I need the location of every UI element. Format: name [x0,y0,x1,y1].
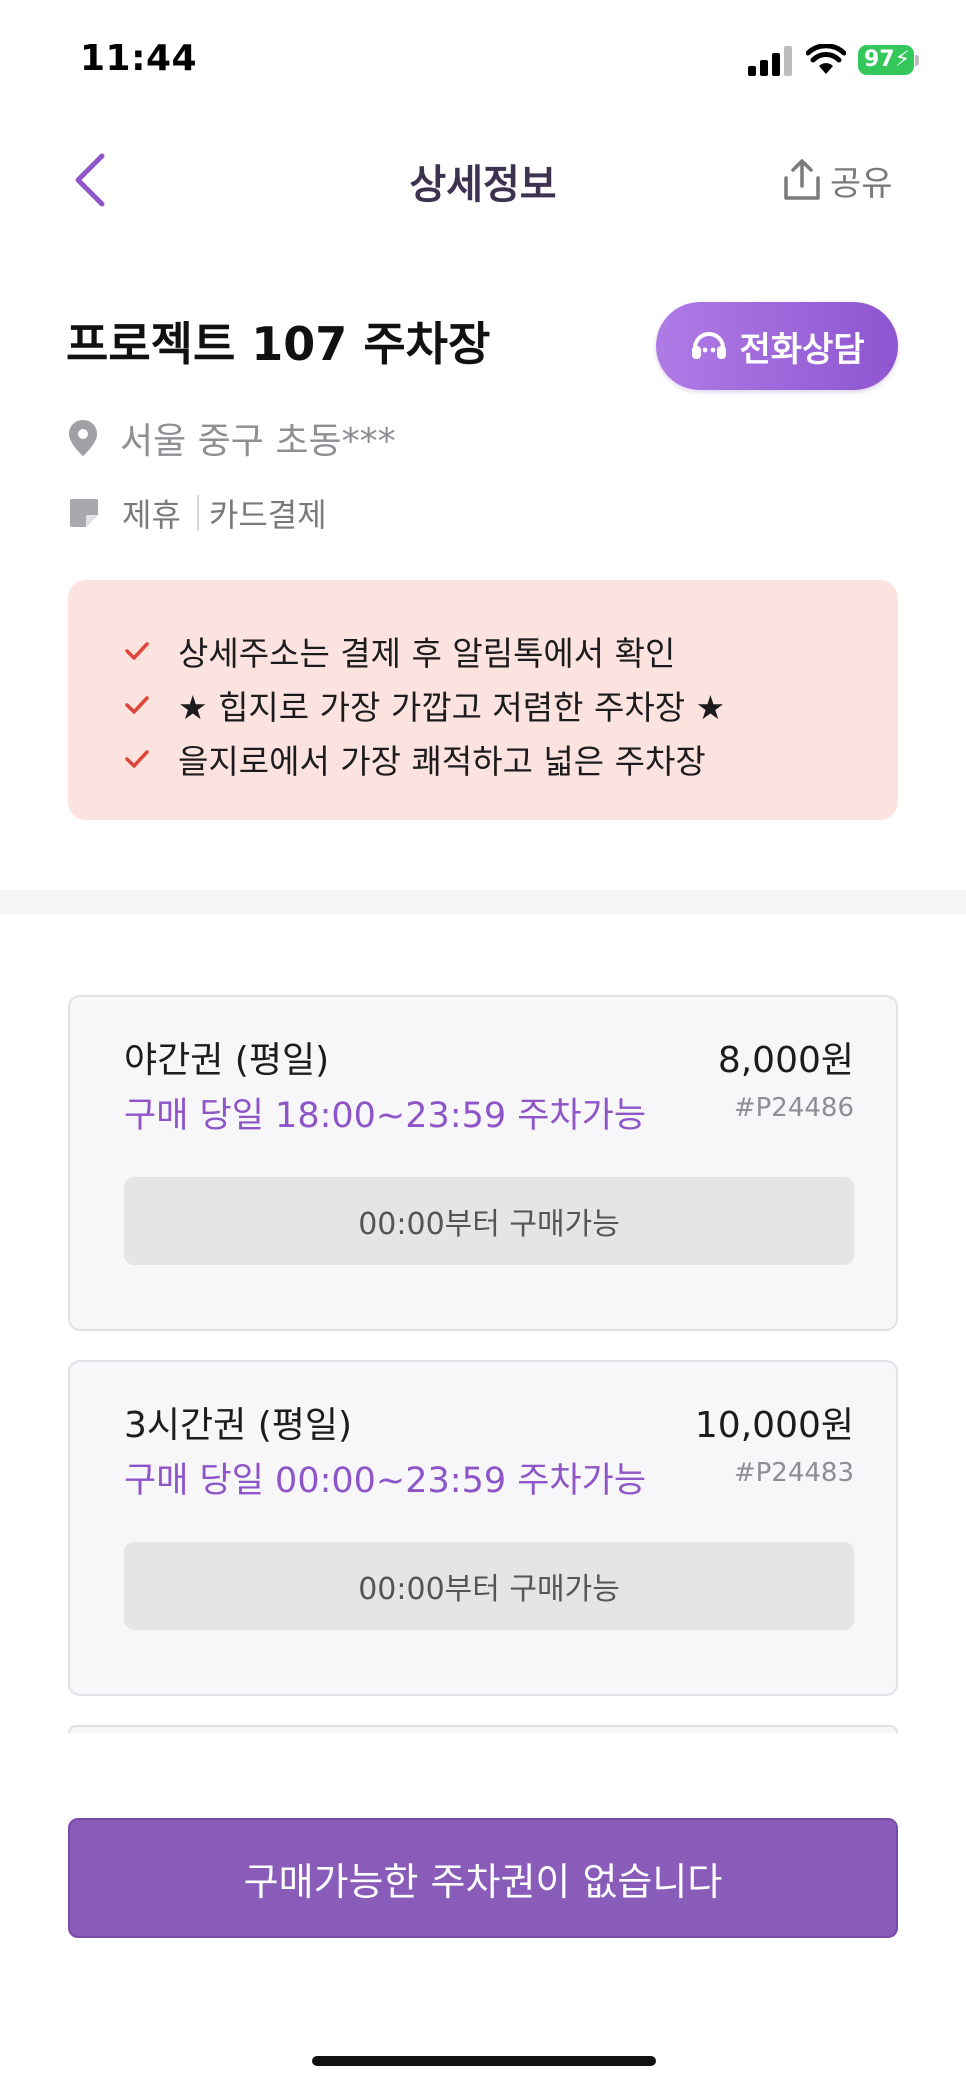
ticket-name: 야간권 (평일) [124,1040,330,1081]
check-icon [125,750,149,768]
cellular-signal-icon [748,46,792,76]
share-label: 공유 [830,163,893,204]
battery-tip [915,55,919,66]
notice-item: 을지로에서 가장 쾌적하고 넓은 주차장 [124,732,898,786]
home-indicator [312,2056,656,2066]
tag-card-payment: 카드결제 [208,496,327,534]
share-icon [784,159,820,200]
ticket-code: #P24483 [733,1458,854,1488]
status-bar: 11:44 97⚡ [0,0,966,110]
status-time: 11:44 [80,38,198,79]
notice-box: 상세주소는 결제 후 알림톡에서 확인 ★ 힙지로 가장 가깝고 저렴한 주차장… [68,580,898,820]
notice-text: ★ 힙지로 가장 가깝고 저렴한 주차장 ★ [178,688,726,727]
ticket-card[interactable]: 야간권 (평일) 8,000원 구매 당일 18:00~23:59 주차가능 #… [68,995,898,1331]
phone-consult-button[interactable]: 전화상담 [656,302,898,390]
ticket-card[interactable]: 3시간권 (평일) 10,000원 구매 당일 00:00~23:59 주차가능… [68,1360,898,1696]
wifi-icon [806,44,846,74]
ticket-card-peek [68,1725,898,1733]
phone-consult-label: 전화상담 [739,329,865,370]
ticket-purchase-button[interactable]: 00:00부터 구매가능 [124,1542,854,1630]
ticket-code: #P24486 [733,1093,854,1123]
tags-row: 제휴 카드결제 [68,490,327,536]
section-divider [0,890,966,914]
headset-icon [692,332,727,359]
notice-text: 을지로에서 가장 쾌적하고 넓은 주차장 [178,742,706,781]
ticket-price: 10,000원 [694,1405,854,1446]
check-icon [125,696,149,714]
check-icon [125,642,149,660]
tag-partner: 제휴 [122,496,181,534]
tag-icon [70,499,98,527]
notice-item: ★ 힙지로 가장 가깝고 저렴한 주차장 ★ [124,678,898,732]
location-pin-icon [69,420,97,456]
battery-indicator: 97⚡ [858,45,914,75]
charging-bolt-icon: ⚡ [894,47,911,72]
purchase-cta-button[interactable]: 구매가능한 주차권이 없습니다 [68,1818,898,1938]
address-text: 서울 중구 초동*** [120,421,396,462]
lot-title: 프로젝트 107 주차장 [66,317,491,371]
battery-level: 97 [864,47,895,72]
ticket-purchase-button[interactable]: 00:00부터 구매가능 [124,1177,854,1265]
share-button[interactable]: 공유 [782,155,893,205]
ticket-hours: 구매 당일 18:00~23:59 주차가능 [124,1096,647,1136]
ticket-hours: 구매 당일 00:00~23:59 주차가능 [124,1461,647,1501]
tag-divider [196,495,199,531]
notice-item: 상세주소는 결제 후 알림톡에서 확인 [124,624,898,678]
address-row: 서울 중구 초동*** [68,412,396,464]
notice-text: 상세주소는 결제 후 알림톡에서 확인 [178,634,676,673]
ticket-name: 3시간권 (평일) [124,1405,353,1446]
ticket-price: 8,000원 [717,1040,854,1081]
